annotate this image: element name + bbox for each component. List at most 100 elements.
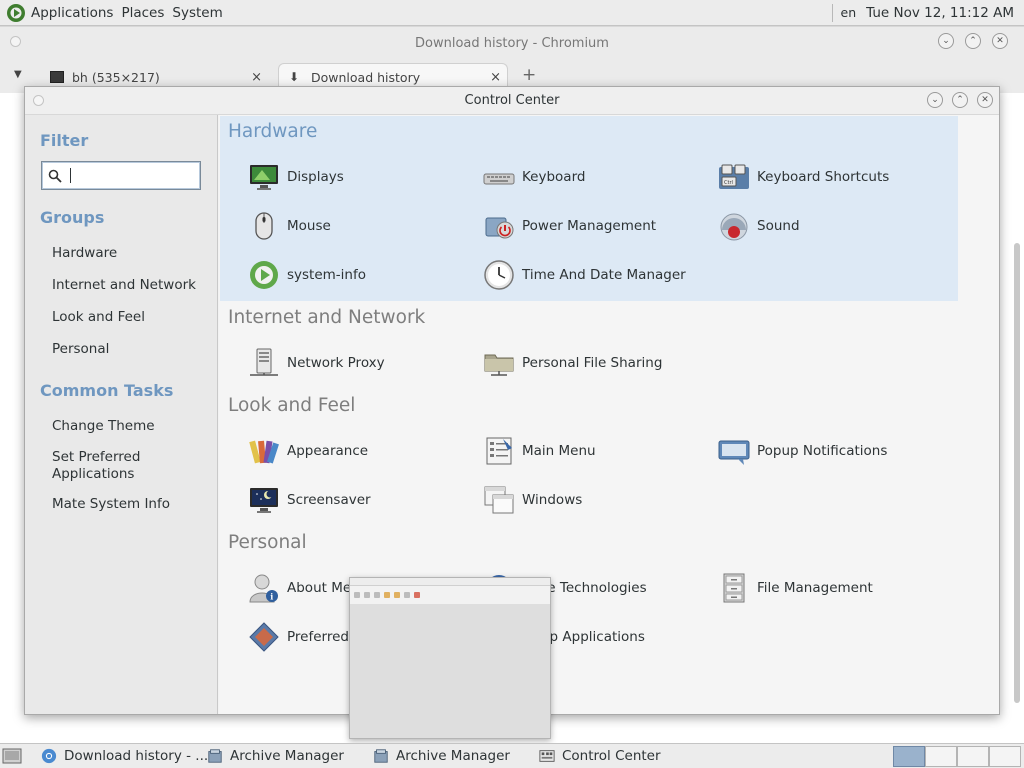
app-windows[interactable]: Windows xyxy=(483,484,582,516)
image-favicon-icon xyxy=(50,71,64,83)
group-title-look-and-feel: Look and Feel xyxy=(228,395,356,416)
workspace-3[interactable] xyxy=(957,746,989,767)
filter-heading: Filter xyxy=(40,131,89,150)
app-network-proxy[interactable]: Network Proxy xyxy=(248,347,385,379)
about-me-icon: i xyxy=(249,574,278,603)
tab-close-icon[interactable]: × xyxy=(251,70,262,85)
tab-close-icon[interactable]: × xyxy=(490,70,501,85)
svg-text:Ctrl: Ctrl xyxy=(724,180,733,186)
sound-icon xyxy=(720,213,748,241)
keyboard-layout-indicator[interactable]: en xyxy=(841,5,857,20)
window-title: Control Center xyxy=(464,93,560,108)
app-keyboard[interactable]: Keyboard xyxy=(483,161,585,193)
archive-manager-icon xyxy=(208,749,222,763)
download-icon: ⬇ xyxy=(289,70,300,84)
app-startup-applications[interactable]: up Applications xyxy=(541,621,645,653)
app-appearance[interactable]: Appearance xyxy=(248,435,368,467)
task-label: Control Center xyxy=(562,748,661,764)
control-center-titlebar[interactable]: Control Center ⌄ ⌃ ✕ xyxy=(25,87,999,115)
notification-icon xyxy=(718,440,750,465)
top-panel-menu: Applications Places System xyxy=(0,0,231,25)
window-menu-icon[interactable] xyxy=(10,36,21,47)
app-label: Mouse xyxy=(287,218,331,234)
tab-label: Download history xyxy=(311,70,421,85)
app-label: system-info xyxy=(287,267,366,283)
tab-search-icon[interactable]: ▼ xyxy=(14,69,22,80)
system-menu[interactable]: System xyxy=(172,5,222,21)
workspace-2[interactable] xyxy=(925,746,957,767)
top-panel-right: en Tue Nov 12, 11:12 AM xyxy=(824,0,1024,25)
window-preview-thumbnail[interactable] xyxy=(349,577,551,739)
app-mouse[interactable]: Mouse xyxy=(248,210,331,242)
app-label: Personal File Sharing xyxy=(522,355,663,371)
chromium-scrollbar[interactable] xyxy=(1012,233,1022,713)
chromium-titlebar[interactable]: Download history - Chromium ⌄ ⌃ ✕ xyxy=(0,27,1024,59)
close-icon[interactable]: ✕ xyxy=(977,92,993,108)
filter-search-box[interactable] xyxy=(41,161,201,190)
main-content: Hardware Displays Keyboard Ctrl Keyboard… xyxy=(219,115,999,714)
task-control-center[interactable]: Control Center xyxy=(532,745,667,767)
minimize-icon[interactable]: ⌄ xyxy=(927,92,943,108)
control-center-icon xyxy=(539,750,555,762)
display-icon xyxy=(250,165,278,190)
group-title-hardware: Hardware xyxy=(228,121,318,142)
show-desktop-icon[interactable] xyxy=(2,746,22,766)
bottom-panel: Download history - ... Archive Manager A… xyxy=(0,743,1024,768)
task-change-theme[interactable]: Change Theme xyxy=(52,418,155,435)
maximize-icon[interactable]: ⌃ xyxy=(952,92,968,108)
task-download-history[interactable]: Download history - ... xyxy=(34,745,214,767)
close-icon[interactable]: ✕ xyxy=(992,33,1008,49)
sidebar-item-look-and-feel[interactable]: Look and Feel xyxy=(52,309,145,326)
app-label: Appearance xyxy=(287,443,369,459)
app-label: Sound xyxy=(757,218,800,234)
app-preferred-applications[interactable]: Preferred / xyxy=(248,621,358,653)
minimize-icon[interactable]: ⌄ xyxy=(938,33,954,49)
task-archive-manager-2[interactable]: Archive Manager xyxy=(366,745,516,767)
app-displays[interactable]: Displays xyxy=(248,161,344,193)
app-label: Screensaver xyxy=(287,492,371,508)
sidebar-item-hardware[interactable]: Hardware xyxy=(52,245,117,262)
app-about-me[interactable]: i About Me xyxy=(248,572,351,604)
app-screensaver[interactable]: Screensaver xyxy=(248,484,371,516)
sidebar-item-internet-and-network[interactable]: Internet and Network xyxy=(52,277,196,294)
appearance-icon xyxy=(249,440,279,464)
applications-menu[interactable]: Applications xyxy=(31,5,113,21)
app-main-menu[interactable]: Main Menu xyxy=(483,435,596,467)
app-label: Power Management xyxy=(522,218,657,234)
app-label: About Me xyxy=(287,580,352,596)
sidebar-item-personal[interactable]: Personal xyxy=(52,341,109,358)
task-archive-manager-1[interactable]: Archive Manager xyxy=(200,745,350,767)
clock[interactable]: Tue Nov 12, 11:12 AM xyxy=(866,5,1014,21)
app-file-management[interactable]: File Management xyxy=(718,572,873,604)
maximize-icon[interactable]: ⌃ xyxy=(965,33,981,49)
app-personal-file-sharing[interactable]: Personal File Sharing xyxy=(483,347,662,379)
workspace-switcher[interactable] xyxy=(893,746,1023,767)
app-label: Keyboard xyxy=(522,169,586,185)
window-menu-icon[interactable] xyxy=(33,95,44,106)
workspace-1[interactable] xyxy=(893,746,925,767)
workspace-4[interactable] xyxy=(989,746,1021,767)
app-label: Main Menu xyxy=(522,443,596,459)
app-label: Popup Notifications xyxy=(757,443,888,459)
preview-toolbar xyxy=(350,586,550,604)
task-label: Archive Manager xyxy=(230,748,344,764)
new-tab-button[interactable]: + xyxy=(522,65,536,85)
screensaver-icon xyxy=(250,488,278,513)
task-set-preferred-applications[interactable]: Set Preferred Applications xyxy=(52,449,162,483)
app-sound[interactable]: Sound xyxy=(718,210,800,242)
app-keyboard-shortcuts[interactable]: Ctrl Keyboard Shortcuts xyxy=(718,161,889,193)
app-time-and-date-manager[interactable]: Time And Date Manager xyxy=(483,259,686,291)
group-title-personal: Personal xyxy=(228,532,307,553)
app-popup-notifications[interactable]: Popup Notifications xyxy=(718,435,887,467)
mate-logo-icon[interactable] xyxy=(6,3,26,23)
task-mate-system-info[interactable]: Mate System Info xyxy=(52,496,170,513)
preview-body xyxy=(350,604,550,738)
file-sharing-icon xyxy=(484,354,514,376)
chromium-icon xyxy=(41,748,57,764)
tab-label: bh (535×217) xyxy=(72,69,160,85)
filter-input[interactable] xyxy=(73,168,183,183)
app-power-management[interactable]: Power Management xyxy=(483,210,656,242)
app-label: Time And Date Manager xyxy=(522,267,686,283)
app-system-info[interactable]: system-info xyxy=(248,259,366,291)
places-menu[interactable]: Places xyxy=(121,5,164,21)
